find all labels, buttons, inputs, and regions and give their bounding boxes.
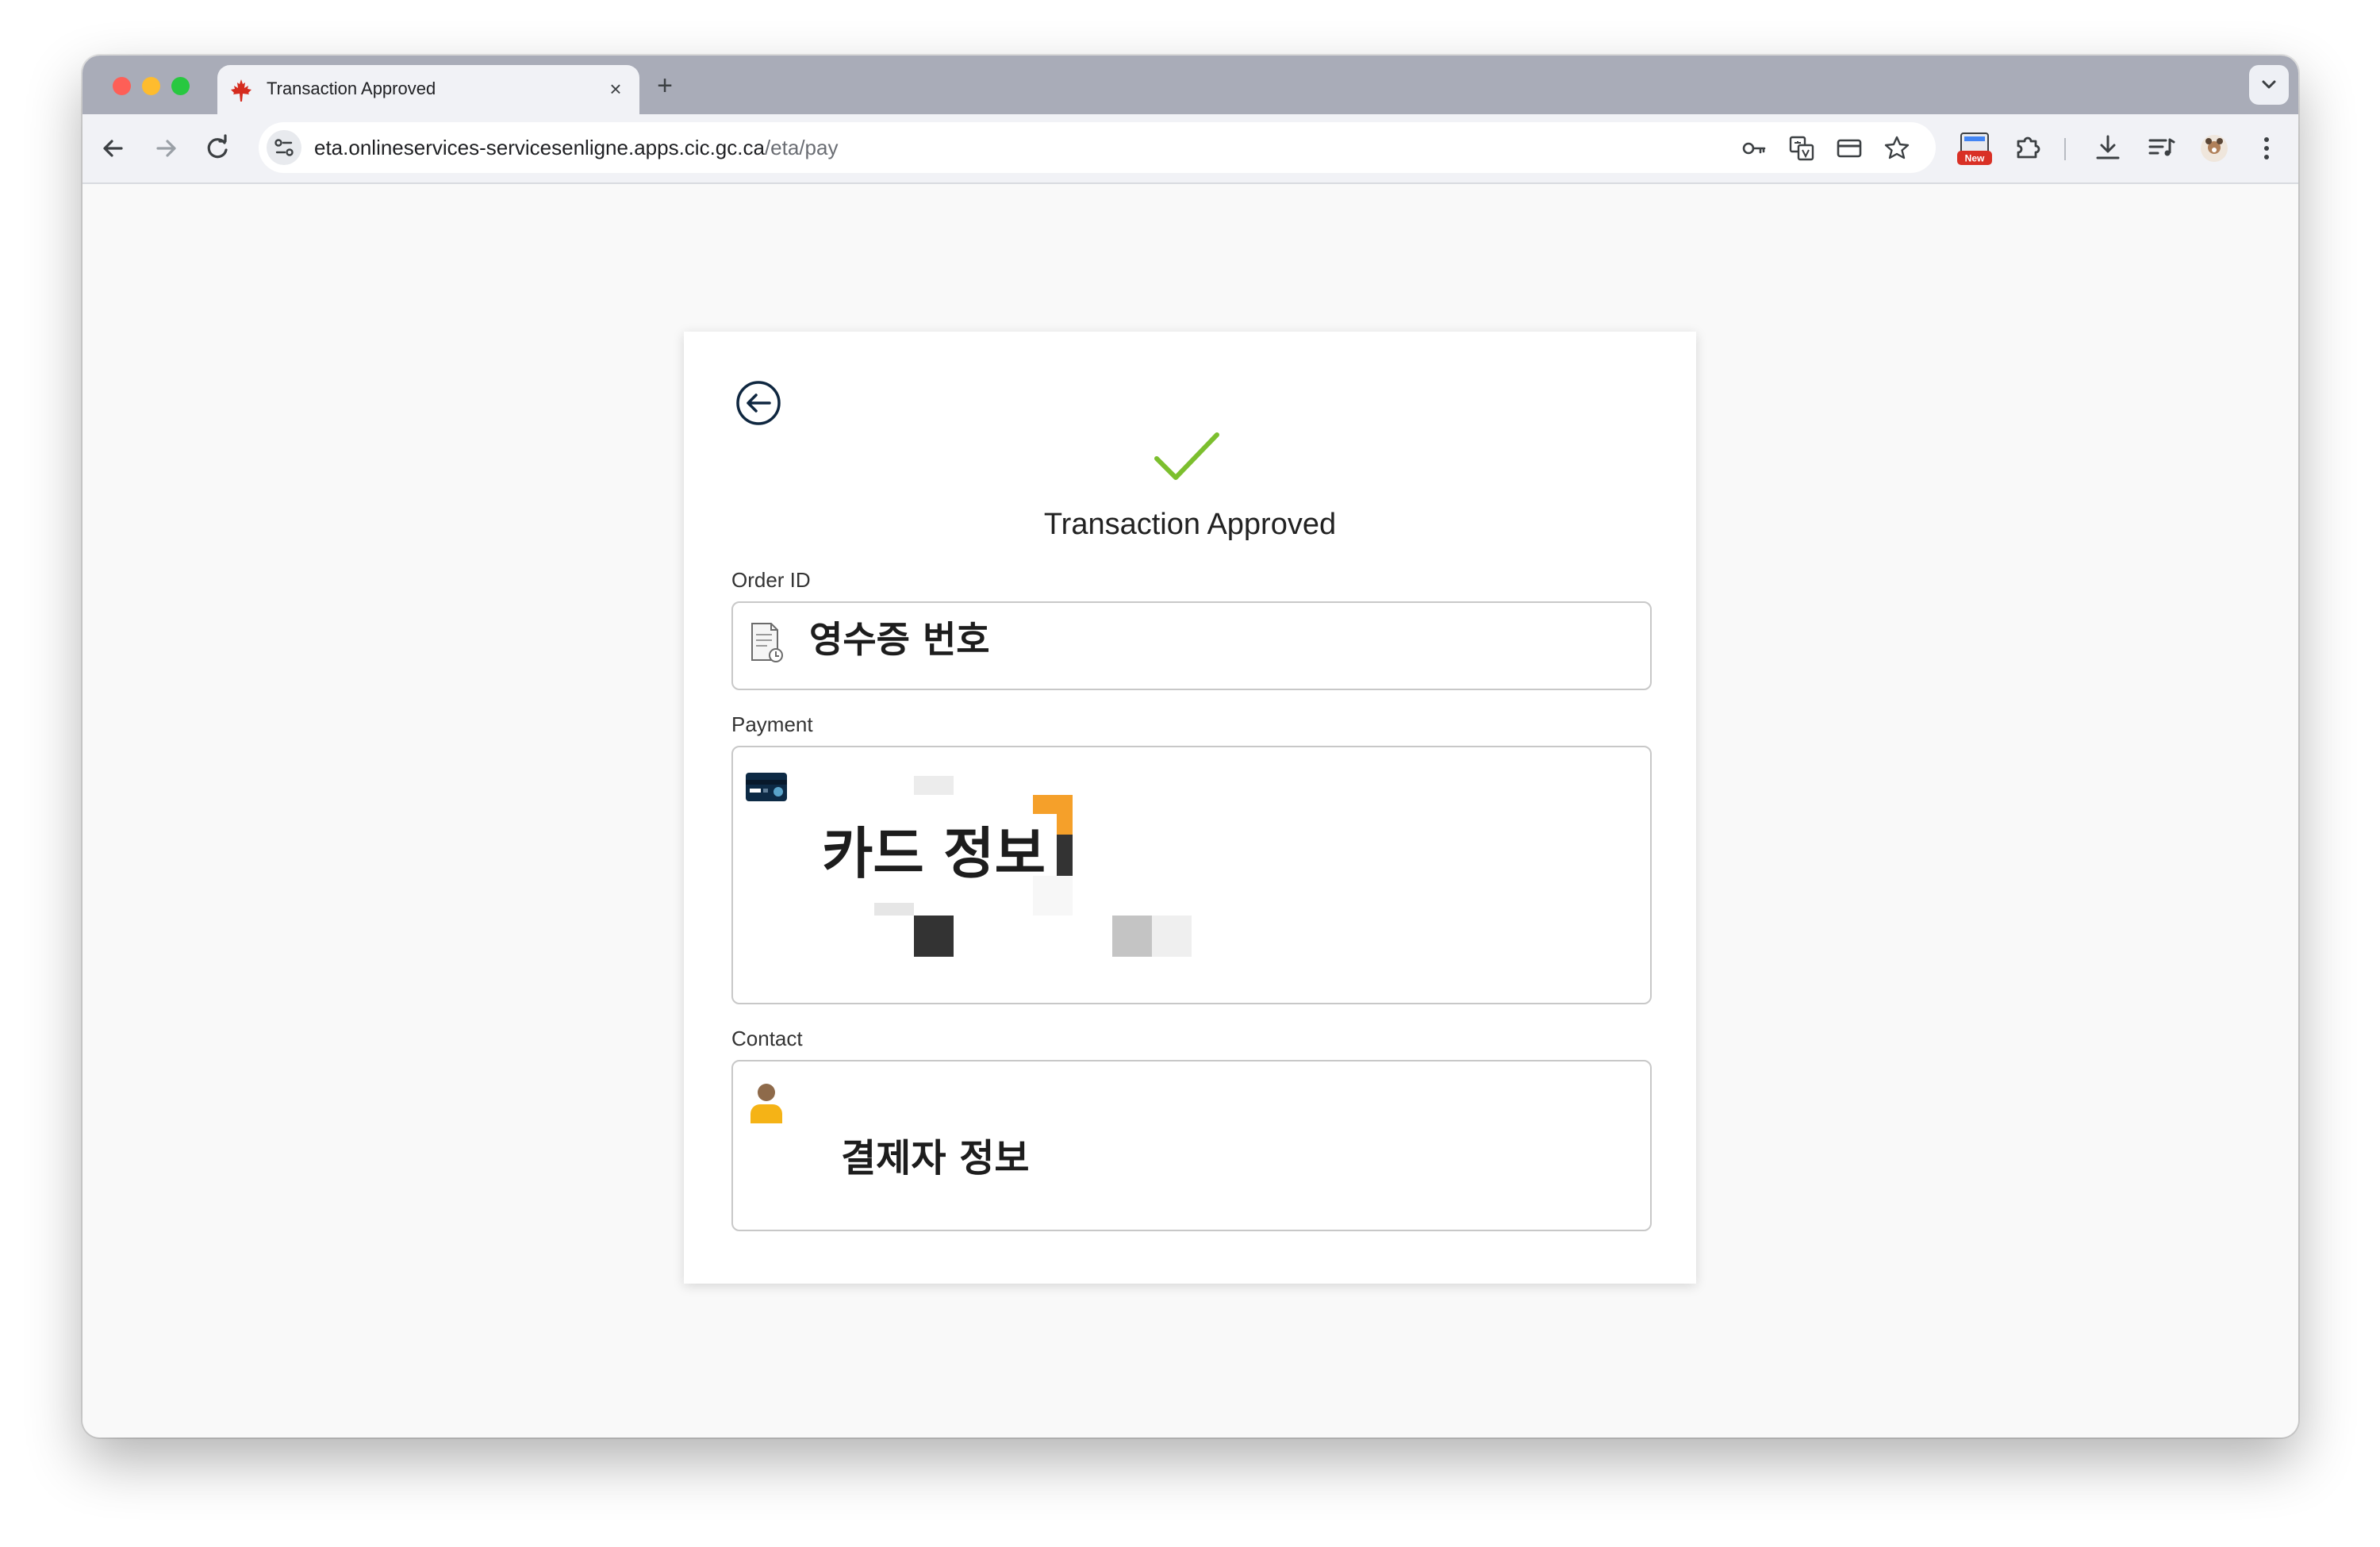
url-text[interactable]: eta.onlineservices-servicesenligne.apps.… [314,136,838,160]
contact-label: Contact [731,1027,803,1050]
site-settings-icon[interactable] [267,130,301,165]
extensions-puzzle-icon[interactable] [2010,130,2047,167]
download-icon[interactable] [2090,130,2126,167]
payment-field: 카드 정보 [731,746,1652,1004]
success-checkmark-icon [1154,432,1219,480]
reload-icon[interactable] [200,130,236,167]
page-title: Transaction Approved [1043,508,1337,541]
redaction-pixel [914,776,954,795]
order-id-label: Order ID [731,568,811,592]
contact-field: 결제자 정보 [731,1060,1652,1231]
browser-window: Transaction Approved × + eta.onlineservi… [83,56,2298,1438]
browser-toolbar: eta.onlineservices-servicesenligne.apps.… [83,114,2298,184]
tab-title: Transaction Approved [267,79,436,98]
order-id-value: 영수증 번호 [809,618,990,661]
credit-card-icon [746,773,787,801]
maximize-window-button[interactable] [171,77,190,95]
profile-avatar-icon[interactable] [2196,130,2232,167]
new-badge: New [1965,153,1985,164]
redaction-pixel [1152,916,1192,957]
chevron-down-icon [2262,80,2276,89]
redaction-pixel [914,916,954,957]
forward-arrow-icon[interactable] [148,130,184,167]
url-path: /eta/pay [764,136,839,159]
redaction-pixel [1057,835,1073,876]
extension-new-icon[interactable]: New [1956,130,1993,167]
redaction-pixel [874,903,914,916]
maple-leaf-favicon [231,79,251,102]
url-host: eta.onlineservices-servicesenligne.apps.… [314,136,765,159]
close-window-button[interactable] [113,77,131,95]
tab-strip: Transaction Approved × + [83,56,2298,114]
password-key-icon[interactable] [1739,133,1769,163]
transaction-card: Transaction Approved Order ID 영수증 번호 Pay… [684,332,1696,1284]
payment-card-icon[interactable] [1834,133,1864,163]
page-content: Transaction Approved Order ID 영수증 번호 Pay… [83,184,2298,1438]
translate-icon[interactable] [1787,133,1817,163]
address-bar[interactable]: eta.onlineservices-servicesenligne.apps.… [259,122,1936,173]
new-tab-button[interactable]: + [647,68,682,103]
person-icon [750,1084,782,1123]
contact-value: 결제자 정보 [841,1136,1030,1180]
more-menu-icon[interactable] [2248,130,2285,167]
tab-close-icon[interactable]: × [600,73,631,105]
receipt-icon [751,623,783,662]
bookmark-star-icon[interactable] [1882,133,1912,163]
payment-value: 카드 정보 [822,821,1046,886]
toolbar-divider [2064,138,2066,160]
minimize-window-button[interactable] [142,77,160,95]
tab-transaction-approved[interactable]: Transaction Approved × [217,65,639,114]
tab-search-button[interactable] [2249,65,2289,105]
redaction-pixel [1112,916,1152,957]
reading-list-icon[interactable] [2144,130,2180,167]
order-id-field: 영수증 번호 [731,601,1652,690]
back-circle-arrow-icon[interactable] [735,379,782,427]
back-arrow-icon[interactable] [95,130,132,167]
payment-label: Payment [731,712,813,736]
